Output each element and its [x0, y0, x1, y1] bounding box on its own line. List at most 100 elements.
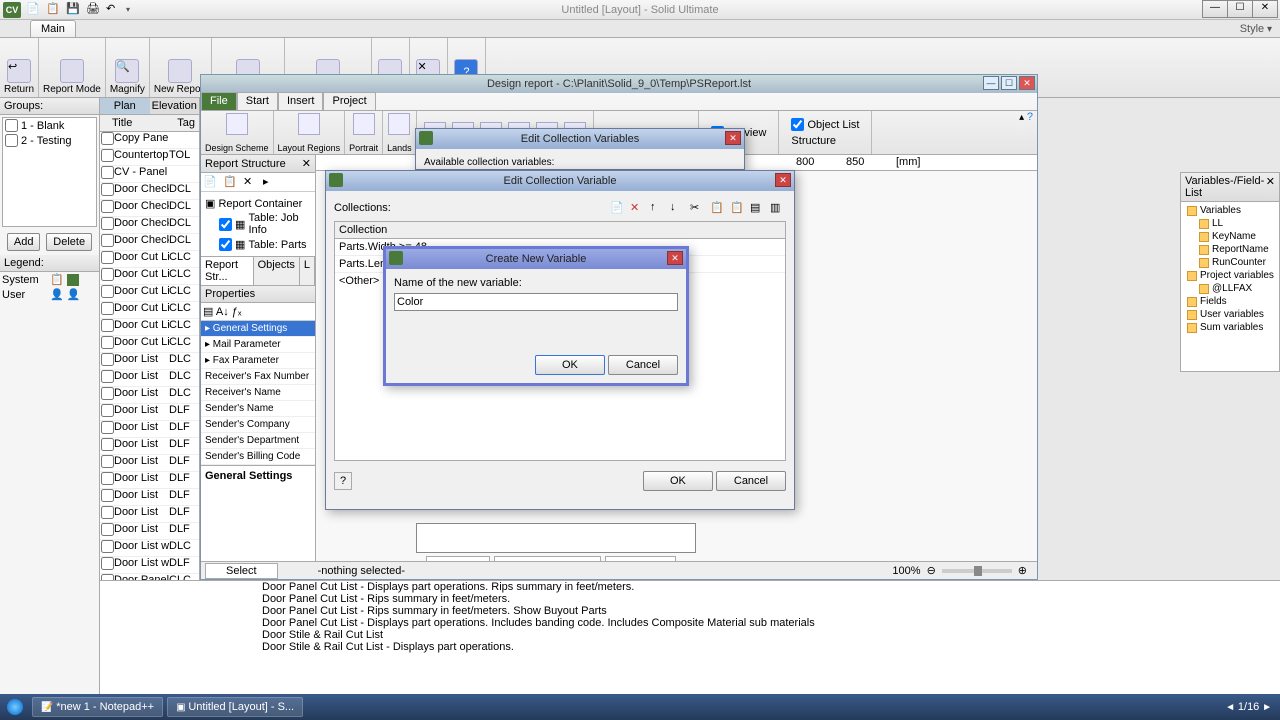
return-icon[interactable]: ↩	[7, 59, 31, 83]
tree-node[interactable]: Fields	[1183, 295, 1277, 308]
start-button[interactable]	[0, 694, 30, 720]
window-minimize[interactable]: —	[1202, 0, 1228, 18]
magnify-icon[interactable]: 🔍	[115, 59, 139, 83]
list-item[interactable]: Door ListDLF	[100, 506, 199, 523]
list-item[interactable]: Door ListDLF	[100, 489, 199, 506]
property-category[interactable]: Sender's Department	[201, 433, 315, 449]
list-item[interactable]: Door Cut ListCLC	[100, 302, 199, 319]
tree-node[interactable]: Variables	[1183, 204, 1277, 217]
list-item[interactable]: Door ListDLF	[100, 421, 199, 438]
list-item[interactable]: Door Check ListDCL	[100, 234, 199, 251]
tree-node[interactable]: ReportName	[1183, 243, 1277, 256]
file-tab[interactable]: File	[201, 92, 237, 110]
down-icon[interactable]: ↓	[670, 201, 684, 215]
close-icon[interactable]: ✕	[667, 251, 683, 265]
variable-name-input[interactable]	[394, 293, 678, 311]
tree-icon[interactable]: ▤	[750, 201, 764, 215]
delete-button[interactable]: Delete	[46, 233, 92, 251]
paste-icon[interactable]: 📋	[730, 201, 744, 215]
cancel-button[interactable]: Cancel	[608, 355, 678, 375]
list-item[interactable]: Copy Panel Stoc..	[100, 132, 199, 149]
tree-node[interactable]: Project variables	[1183, 269, 1277, 282]
tree-node[interactable]: LL	[1183, 217, 1277, 230]
portrait-icon[interactable]	[353, 113, 375, 135]
ok-button[interactable]: OK	[643, 471, 713, 491]
inner-min[interactable]: —	[983, 76, 999, 90]
list-item[interactable]: Door ListDLC	[100, 353, 199, 370]
property-category[interactable]: Sender's Billing Code	[201, 449, 315, 465]
tab-report-str[interactable]: Report Str...	[201, 257, 254, 285]
tree-icon[interactable]: ✕	[243, 175, 257, 189]
property-category[interactable]: Receiver's Name	[201, 385, 315, 401]
cut-icon[interactable]: ✂	[690, 201, 704, 215]
tab-l[interactable]: L	[300, 257, 315, 285]
help-icon[interactable]: ?	[334, 472, 352, 490]
property-category[interactable]: ▸ General Settings	[201, 321, 315, 337]
zoom-in-icon[interactable]: ⊕	[1018, 564, 1027, 577]
list-item[interactable]: Door Cut ListCLC	[100, 319, 199, 336]
property-category[interactable]: Sender's Name	[201, 401, 315, 417]
qa-dropdown-icon[interactable]: ▾	[126, 5, 130, 14]
cancel-button[interactable]: Cancel	[716, 471, 786, 491]
list-item[interactable]: Door Cut ListCLC	[100, 251, 199, 268]
tree-node[interactable]: RunCounter	[1183, 256, 1277, 269]
list-item[interactable]: Door ListDLC	[100, 387, 199, 404]
tree-node[interactable]: @LLFAX	[1183, 282, 1277, 295]
qa-icon-4[interactable]: 🖨	[86, 2, 102, 18]
list-item[interactable]: Door List w/NotesDLC	[100, 540, 199, 557]
dock-close-icon[interactable]: ✕	[1266, 175, 1275, 199]
list-item[interactable]: Door Check ListDCL	[100, 217, 199, 234]
layout-regions-icon[interactable]	[298, 113, 320, 135]
list-item[interactable]: Door List w/Ope...DLF	[100, 557, 199, 574]
list-item[interactable]: Door Cut ListCLC	[100, 285, 199, 302]
qa-icon-3[interactable]: 💾	[66, 2, 82, 18]
new-report-icon[interactable]	[168, 59, 192, 83]
zoom-slider[interactable]	[942, 569, 1012, 573]
list-item[interactable]: Door ListDLF	[100, 455, 199, 472]
list-item[interactable]: Door Check ListDCL	[100, 183, 199, 200]
close-icon[interactable]: ✕	[725, 131, 741, 145]
ok-button[interactable]: OK	[535, 355, 605, 375]
props-cat-icon[interactable]: ▤	[203, 306, 213, 318]
start-tab[interactable]: Start	[237, 92, 278, 110]
tree-icon[interactable]: 📄	[203, 175, 217, 189]
property-category[interactable]: Receiver's Fax Number	[201, 369, 315, 385]
property-category[interactable]: ▸ Mail Parameter	[201, 337, 315, 353]
group-item[interactable]: 2 - Testing	[3, 133, 96, 148]
style-menu[interactable]: Style ▾	[1232, 21, 1280, 37]
new-icon[interactable]: 📄	[610, 201, 624, 215]
tree-node[interactable]: User variables	[1183, 308, 1277, 321]
list-item[interactable]: Door Check ListDCL	[100, 200, 199, 217]
design-scheme-icon[interactable]	[226, 113, 248, 135]
up-icon[interactable]: ↑	[650, 201, 664, 215]
list-item[interactable]: Door ListDLC	[100, 370, 199, 387]
object-list-checkbox[interactable]	[791, 118, 804, 131]
dock-close-icon[interactable]: ✕	[302, 157, 311, 170]
list-item[interactable]: Door Cut ListCLC	[100, 336, 199, 353]
add-button[interactable]: Add	[7, 233, 41, 251]
props-fx-icon[interactable]: ƒₓ	[232, 306, 242, 318]
tree-node[interactable]: Sum variables	[1183, 321, 1277, 334]
tree-node[interactable]: KeyName	[1183, 230, 1277, 243]
landscape-icon[interactable]	[388, 113, 410, 135]
list-item[interactable]: Countertop ListTOL	[100, 149, 199, 166]
system-tray[interactable]: ◄ 1/16 ►	[1217, 701, 1280, 713]
props-sort-icon[interactable]: A↓	[216, 306, 229, 318]
qa-icon-5[interactable]: ↶	[106, 2, 122, 18]
elevation-toggle[interactable]: Elevation	[150, 98, 200, 114]
taskbar-item[interactable]: ▣ Untitled [Layout] - S...	[167, 697, 303, 717]
taskbar-item[interactable]: 📝 *new 1 - Notepad++	[32, 697, 163, 717]
plan-toggle[interactable]: Plan	[100, 98, 150, 114]
zoom-out-icon[interactable]: ⊖	[927, 564, 936, 577]
qa-icon-1[interactable]: 📄	[26, 2, 42, 18]
copy-icon[interactable]: 📋	[710, 201, 724, 215]
tab-objects[interactable]: Objects	[254, 257, 300, 285]
close-icon[interactable]: ✕	[775, 173, 791, 187]
report-mode-icon[interactable]	[60, 59, 84, 83]
inner-max[interactable]: ☐	[1001, 76, 1017, 90]
window-maximize[interactable]: ☐	[1227, 0, 1253, 18]
window-close[interactable]: ✕	[1252, 0, 1278, 18]
tree-icon[interactable]: ▸	[263, 175, 277, 189]
qa-icon-2[interactable]: 📋	[46, 2, 62, 18]
list-item[interactable]: Door ListDLF	[100, 523, 199, 540]
